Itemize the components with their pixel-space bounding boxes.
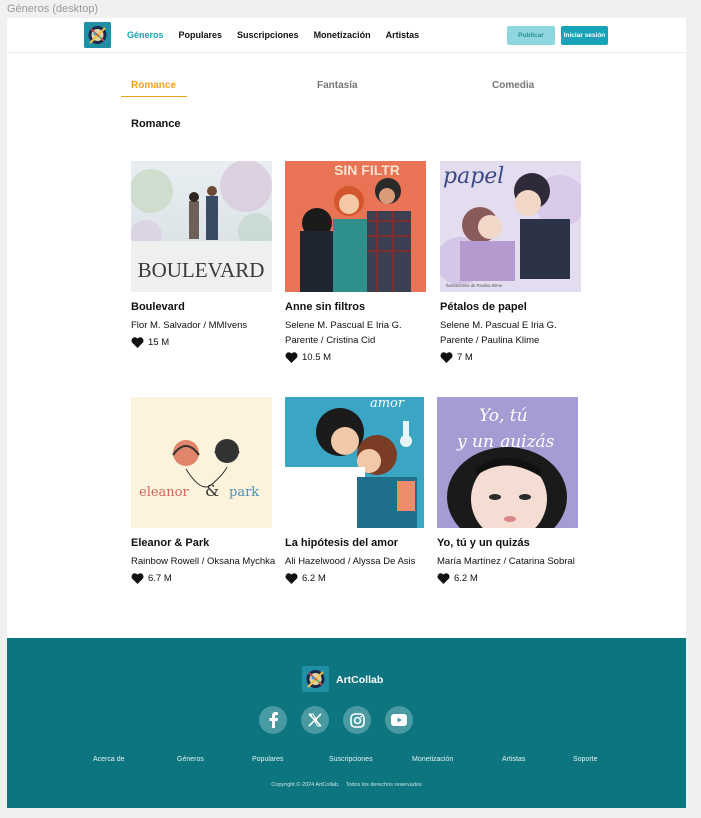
book-card-eleanor-park[interactable]: eleanor & park Eleanor & Park Rainbow Ro… xyxy=(131,397,276,584)
footer-brand: ArtCollab xyxy=(336,674,384,686)
nav-item-populares[interactable]: Populares xyxy=(179,30,223,40)
book-title[interactable]: Pétalos de papel xyxy=(440,301,585,314)
footer-link-artistas[interactable]: Artistas xyxy=(502,756,525,763)
book-title[interactable]: La hipótesis del amor xyxy=(285,537,430,550)
book-cover-anne-sin-filtros[interactable]: SIN FILTR xyxy=(285,161,426,292)
eleanor-cover-title-right: park xyxy=(229,485,259,500)
publish-button[interactable]: Publicar xyxy=(507,26,555,45)
likes-count: 6.7 M xyxy=(131,573,276,584)
book-cover-petalos-de-papel[interactable]: papel Ilustraciones de Paulina Klime xyxy=(440,161,581,292)
x-icon[interactable] xyxy=(301,706,329,734)
book-title[interactable]: Eleanor & Park xyxy=(131,537,276,550)
active-tab-indicator xyxy=(121,96,187,97)
tab-comedia[interactable]: Comedia xyxy=(492,80,534,91)
heart-icon xyxy=(437,573,450,584)
book-cover-hipotesis-del-amor[interactable]: amor xyxy=(285,397,424,528)
book-card-anne-sin-filtros[interactable]: SIN FILTR Anne sin filtros Selene M. Pas… xyxy=(285,161,430,363)
main-nav: Géneros Populares Suscripciones Monetiza… xyxy=(127,30,419,40)
genres-page: Géneros Populares Suscripciones Monetiza… xyxy=(7,18,686,808)
footer-logo-icon[interactable] xyxy=(302,666,329,692)
book-cover-yo-tu-y-un-quizas[interactable]: Yo, tú y un quizás xyxy=(437,397,578,528)
boulevard-cover-title: BOULEVARD xyxy=(138,258,265,282)
book-card-yo-tu-y-un-quizas[interactable]: Yo, tú y un quizás Yo, tú y un quizás Ma… xyxy=(437,397,582,584)
likes-count: 10.5 M xyxy=(285,352,430,363)
book-author: Selene M. Pascual E Iria G. Parente / Pa… xyxy=(440,320,557,346)
nav-item-generos[interactable]: Géneros xyxy=(127,30,164,40)
eleanor-cover-ampersand: & xyxy=(205,481,219,500)
heart-icon xyxy=(131,573,144,584)
top-header: Géneros Populares Suscripciones Monetiza… xyxy=(7,18,686,53)
book-author: Flor M. Salvador / MMIvens xyxy=(131,320,248,331)
likes-count: 7 M xyxy=(440,352,585,363)
book-author: Rainbow Rowell / Oksana Mychka xyxy=(131,556,276,567)
frame-label: Géneros (desktop) xyxy=(7,3,99,15)
footer-link-soporte[interactable]: Soporte xyxy=(573,756,598,763)
tab-fantasia[interactable]: Fantasía xyxy=(317,80,358,91)
tab-romance[interactable]: Romance xyxy=(131,80,176,91)
petalos-cover-credit: Ilustraciones de Paulina Klime xyxy=(446,283,503,288)
login-button[interactable]: Iniciar sesión xyxy=(561,26,608,45)
nav-item-artistas[interactable]: Artistas xyxy=(386,30,420,40)
nav-item-suscripciones[interactable]: Suscripciones xyxy=(237,30,299,40)
book-author: Selene M. Pascual E Iria G. Parente / Cr… xyxy=(285,320,402,346)
footer-link-suscripciones[interactable]: Suscripciones xyxy=(329,756,373,763)
likes-count: 6.2 M xyxy=(437,573,582,584)
footer-link-populares[interactable]: Populares xyxy=(252,756,284,763)
facebook-icon[interactable] xyxy=(259,706,287,734)
likes-value: 10.5 M xyxy=(302,352,332,363)
book-title[interactable]: Yo, tú y un quizás xyxy=(437,537,582,550)
likes-value: 6.7 M xyxy=(148,573,172,584)
likes-value: 15 M xyxy=(148,337,170,348)
likes-count: 6.2 M xyxy=(285,573,430,584)
book-card-boulevard[interactable]: BOULEVARD Boulevard Flor M. Salvador / M… xyxy=(131,161,276,348)
footer-link-acerca-de[interactable]: Acerca de xyxy=(93,756,125,763)
book-title[interactable]: Anne sin filtros xyxy=(285,301,430,314)
likes-value: 6.2 M xyxy=(454,573,478,584)
heart-icon xyxy=(285,573,298,584)
youtube-icon[interactable] xyxy=(385,706,413,734)
quizas-cover-title-line1: Yo, tú xyxy=(479,406,528,426)
site-footer: ArtCollab Acerca de Géneros Populares Su… xyxy=(7,638,686,808)
anne-cover-title: SIN FILTR xyxy=(334,162,400,178)
likes-value: 6.2 M xyxy=(302,573,326,584)
book-cover-eleanor-park[interactable]: eleanor & park xyxy=(131,397,272,528)
book-author: María Martínez / Catarina Sobral xyxy=(437,556,575,567)
section-title: Romance xyxy=(131,118,181,130)
book-author: Ali Hazelwood / Alyssa De Asis xyxy=(285,556,416,567)
logo-icon[interactable] xyxy=(84,22,111,48)
footer-link-generos[interactable]: Géneros xyxy=(177,756,204,763)
eleanor-cover-title-left: eleanor xyxy=(139,485,189,500)
book-card-petalos-de-papel[interactable]: papel Ilustraciones de Paulina Klime Pét… xyxy=(440,161,585,363)
heart-icon xyxy=(440,352,453,363)
hipotesis-cover-title: amor xyxy=(370,397,405,411)
petalos-cover-title: papel xyxy=(443,164,504,189)
book-card-hipotesis-del-amor[interactable]: amor La hipótesis del amor Ali Hazelwood… xyxy=(285,397,430,584)
footer-link-monetizacion[interactable]: Monetización xyxy=(412,756,453,763)
book-cover-boulevard[interactable]: BOULEVARD xyxy=(131,161,272,292)
heart-icon xyxy=(285,352,298,363)
likes-value: 7 M xyxy=(457,352,473,363)
heart-icon xyxy=(131,337,144,348)
nav-item-monetizacion[interactable]: Monetización xyxy=(314,30,371,40)
copyright-text: Copyright © 2024 ArtCollab. Todos los de… xyxy=(271,782,422,788)
likes-count: 15 M xyxy=(131,337,276,348)
instagram-icon[interactable] xyxy=(343,706,371,734)
book-title[interactable]: Boulevard xyxy=(131,301,276,314)
